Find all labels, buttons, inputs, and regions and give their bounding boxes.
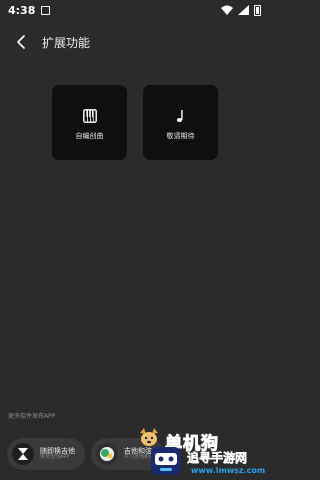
watermark-line2: 追寻手游网 <box>187 451 248 466</box>
notification-icon <box>41 5 51 15</box>
hourglass-icon <box>12 443 34 465</box>
signal-icon <box>238 5 249 15</box>
watermark: 单机狗 追寻手游网 www.lmwsz.com <box>135 425 269 480</box>
watermark-url: www.lmwsz.com <box>191 466 266 475</box>
music-note-icon <box>176 109 183 122</box>
page-title: 扩展功能 <box>42 35 91 50</box>
status-time: 4:38 <box>8 3 36 17</box>
more-apps-label: 更多软件发布APP <box>8 413 56 420</box>
feature-label: 敬请期待 <box>166 131 195 140</box>
screen: 4:38 扩展功能 自编创曲 敬请期待 更多软件发布APP 随即换吉他 免费吉他… <box>0 0 269 480</box>
battery-icon <box>254 4 261 16</box>
feature-card-coming-soon[interactable]: 敬请期待 <box>143 85 218 160</box>
feature-card-compose[interactable]: 自编创曲 <box>52 85 127 160</box>
status-bar: 4:38 <box>0 0 269 20</box>
avatar-icon <box>96 443 118 465</box>
piano-keys-icon <box>82 108 97 123</box>
app-subtitle: 免费吉他APP <box>40 454 70 461</box>
feature-label: 自编创曲 <box>75 131 104 140</box>
status-icons <box>221 4 261 16</box>
back-button[interactable] <box>12 33 30 51</box>
header: 扩展功能 <box>0 22 269 62</box>
wifi-icon <box>221 5 233 15</box>
feature-grid: 自编创曲 敬请期待 <box>52 85 218 160</box>
app-pill-guitar-switch[interactable]: 随即换吉他 免费吉他APP <box>7 438 85 470</box>
robot-logo-icon <box>151 447 181 475</box>
back-arrow-icon <box>17 35 25 49</box>
app-text: 随即换吉他 免费吉他APP <box>40 447 75 461</box>
